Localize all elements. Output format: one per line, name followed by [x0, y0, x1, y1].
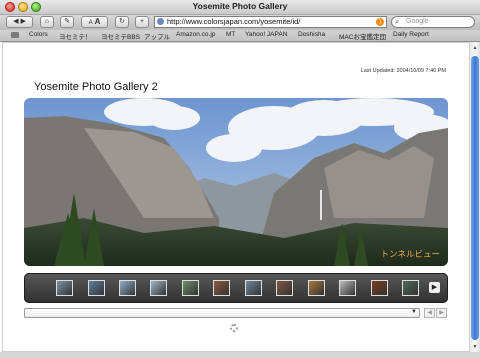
- thumbnail[interactable]: [88, 280, 105, 296]
- bookmark-item[interactable]: MT: [226, 31, 235, 38]
- last-updated-text: Last Updated: 2004/10/09 7:46 PM: [360, 68, 446, 74]
- address-field[interactable]: http://www.colorsjapan.com/yosemite/id/ …: [154, 16, 387, 28]
- bookmark-item[interactable]: Yahoo! JAPAN: [245, 31, 287, 38]
- thumbnail[interactable]: [371, 280, 388, 296]
- thumbnail[interactable]: [150, 280, 167, 296]
- thumbnail[interactable]: [182, 280, 199, 296]
- window-titlebar: Yosemite Photo Gallery: [0, 0, 480, 15]
- forward-arrow-icon[interactable]: ▶: [20, 18, 25, 25]
- thumbnail[interactable]: [276, 280, 293, 296]
- bookmark-item[interactable]: ヨセミテ！: [59, 31, 92, 41]
- plus-icon: +: [139, 18, 145, 25]
- search-field[interactable]: ⌕ Google: [391, 16, 475, 28]
- window-title: Yosemite Photo Gallery: [192, 1, 288, 11]
- scroll-up-arrow-icon[interactable]: ▲: [471, 44, 479, 52]
- thumbnail[interactable]: [245, 280, 262, 296]
- bookmark-item[interactable]: Colors: [29, 31, 48, 38]
- bookmark-item[interactable]: アップル: [144, 31, 170, 41]
- home-icon: ⌂: [44, 18, 50, 25]
- home-button[interactable]: ⌂: [40, 16, 54, 28]
- thumbnail[interactable]: [402, 280, 419, 296]
- thumbnail[interactable]: [339, 280, 356, 296]
- scrollbar-thumb[interactable]: [471, 56, 479, 340]
- thumbnail[interactable]: [56, 280, 73, 296]
- pencil-icon: ✎: [64, 18, 70, 25]
- main-photo[interactable]: トンネルビュー: [24, 98, 448, 266]
- bookmark-item[interactable]: MACお宝鑑定団: [339, 31, 386, 41]
- text-smaller-button[interactable]: A: [89, 20, 93, 26]
- photo-caption: トンネルビュー: [380, 249, 440, 259]
- bookmarks-bar: Colors ヨセミテ！ ヨセミテBBS アップル Amazon.co.jp M…: [0, 30, 480, 42]
- back-arrow-icon[interactable]: ◀: [13, 18, 18, 25]
- text-larger-button[interactable]: A: [95, 17, 101, 26]
- yosemite-landscape-image: [24, 98, 448, 266]
- thumbnail[interactable]: [213, 280, 230, 296]
- bookmark-item[interactable]: ヨセミテBBS: [101, 31, 140, 41]
- bookmark-item[interactable]: Doshisha: [298, 31, 325, 38]
- reload-icon: ↻: [119, 18, 125, 25]
- search-placeholder: Google: [406, 18, 429, 25]
- play-icon: ▶: [431, 284, 438, 291]
- reload-button[interactable]: ↻: [115, 16, 129, 28]
- bookmarks-book-icon[interactable]: [11, 32, 19, 38]
- bookmark-item[interactable]: Amazon.co.jp: [176, 31, 215, 38]
- loading-spinner-icon: [230, 324, 238, 332]
- bookmark-item[interactable]: Daily Report: [393, 31, 429, 38]
- edit-button[interactable]: ✎: [60, 16, 74, 28]
- add-bookmark-button[interactable]: +: [135, 16, 149, 28]
- address-url[interactable]: http://www.colorsjapan.com/yosemite/id/: [167, 17, 300, 26]
- photo-select-dropdown[interactable]: ▼: [24, 308, 420, 318]
- browser-toolbar: ◀ ▶ ⌂ ✎ A A ↻ + http://www.colorsjapan.c…: [0, 15, 480, 30]
- next-photo-button[interactable]: ▶: [436, 308, 447, 318]
- search-icon: ⌕: [395, 17, 400, 26]
- text-size-buttons[interactable]: A A: [81, 16, 108, 28]
- thumbnail[interactable]: [119, 280, 136, 296]
- window-bottom-edge: [0, 352, 480, 358]
- photo-nav-buttons: ◀ ▶: [424, 308, 448, 318]
- next-thumbnails-button[interactable]: ▶: [429, 282, 440, 293]
- rss-icon[interactable]: ): [376, 18, 384, 26]
- scroll-down-arrow-icon[interactable]: ▼: [471, 343, 479, 351]
- page-title: Yosemite Photo Gallery 2: [34, 81, 158, 93]
- thumbnail[interactable]: [308, 280, 325, 296]
- previous-photo-button[interactable]: ◀: [424, 308, 435, 318]
- chevron-down-icon: ▼: [411, 309, 417, 315]
- thumbnail-strip: ▶: [24, 273, 448, 303]
- site-icon: [157, 18, 164, 25]
- back-forward-button[interactable]: ◀ ▶: [6, 16, 33, 28]
